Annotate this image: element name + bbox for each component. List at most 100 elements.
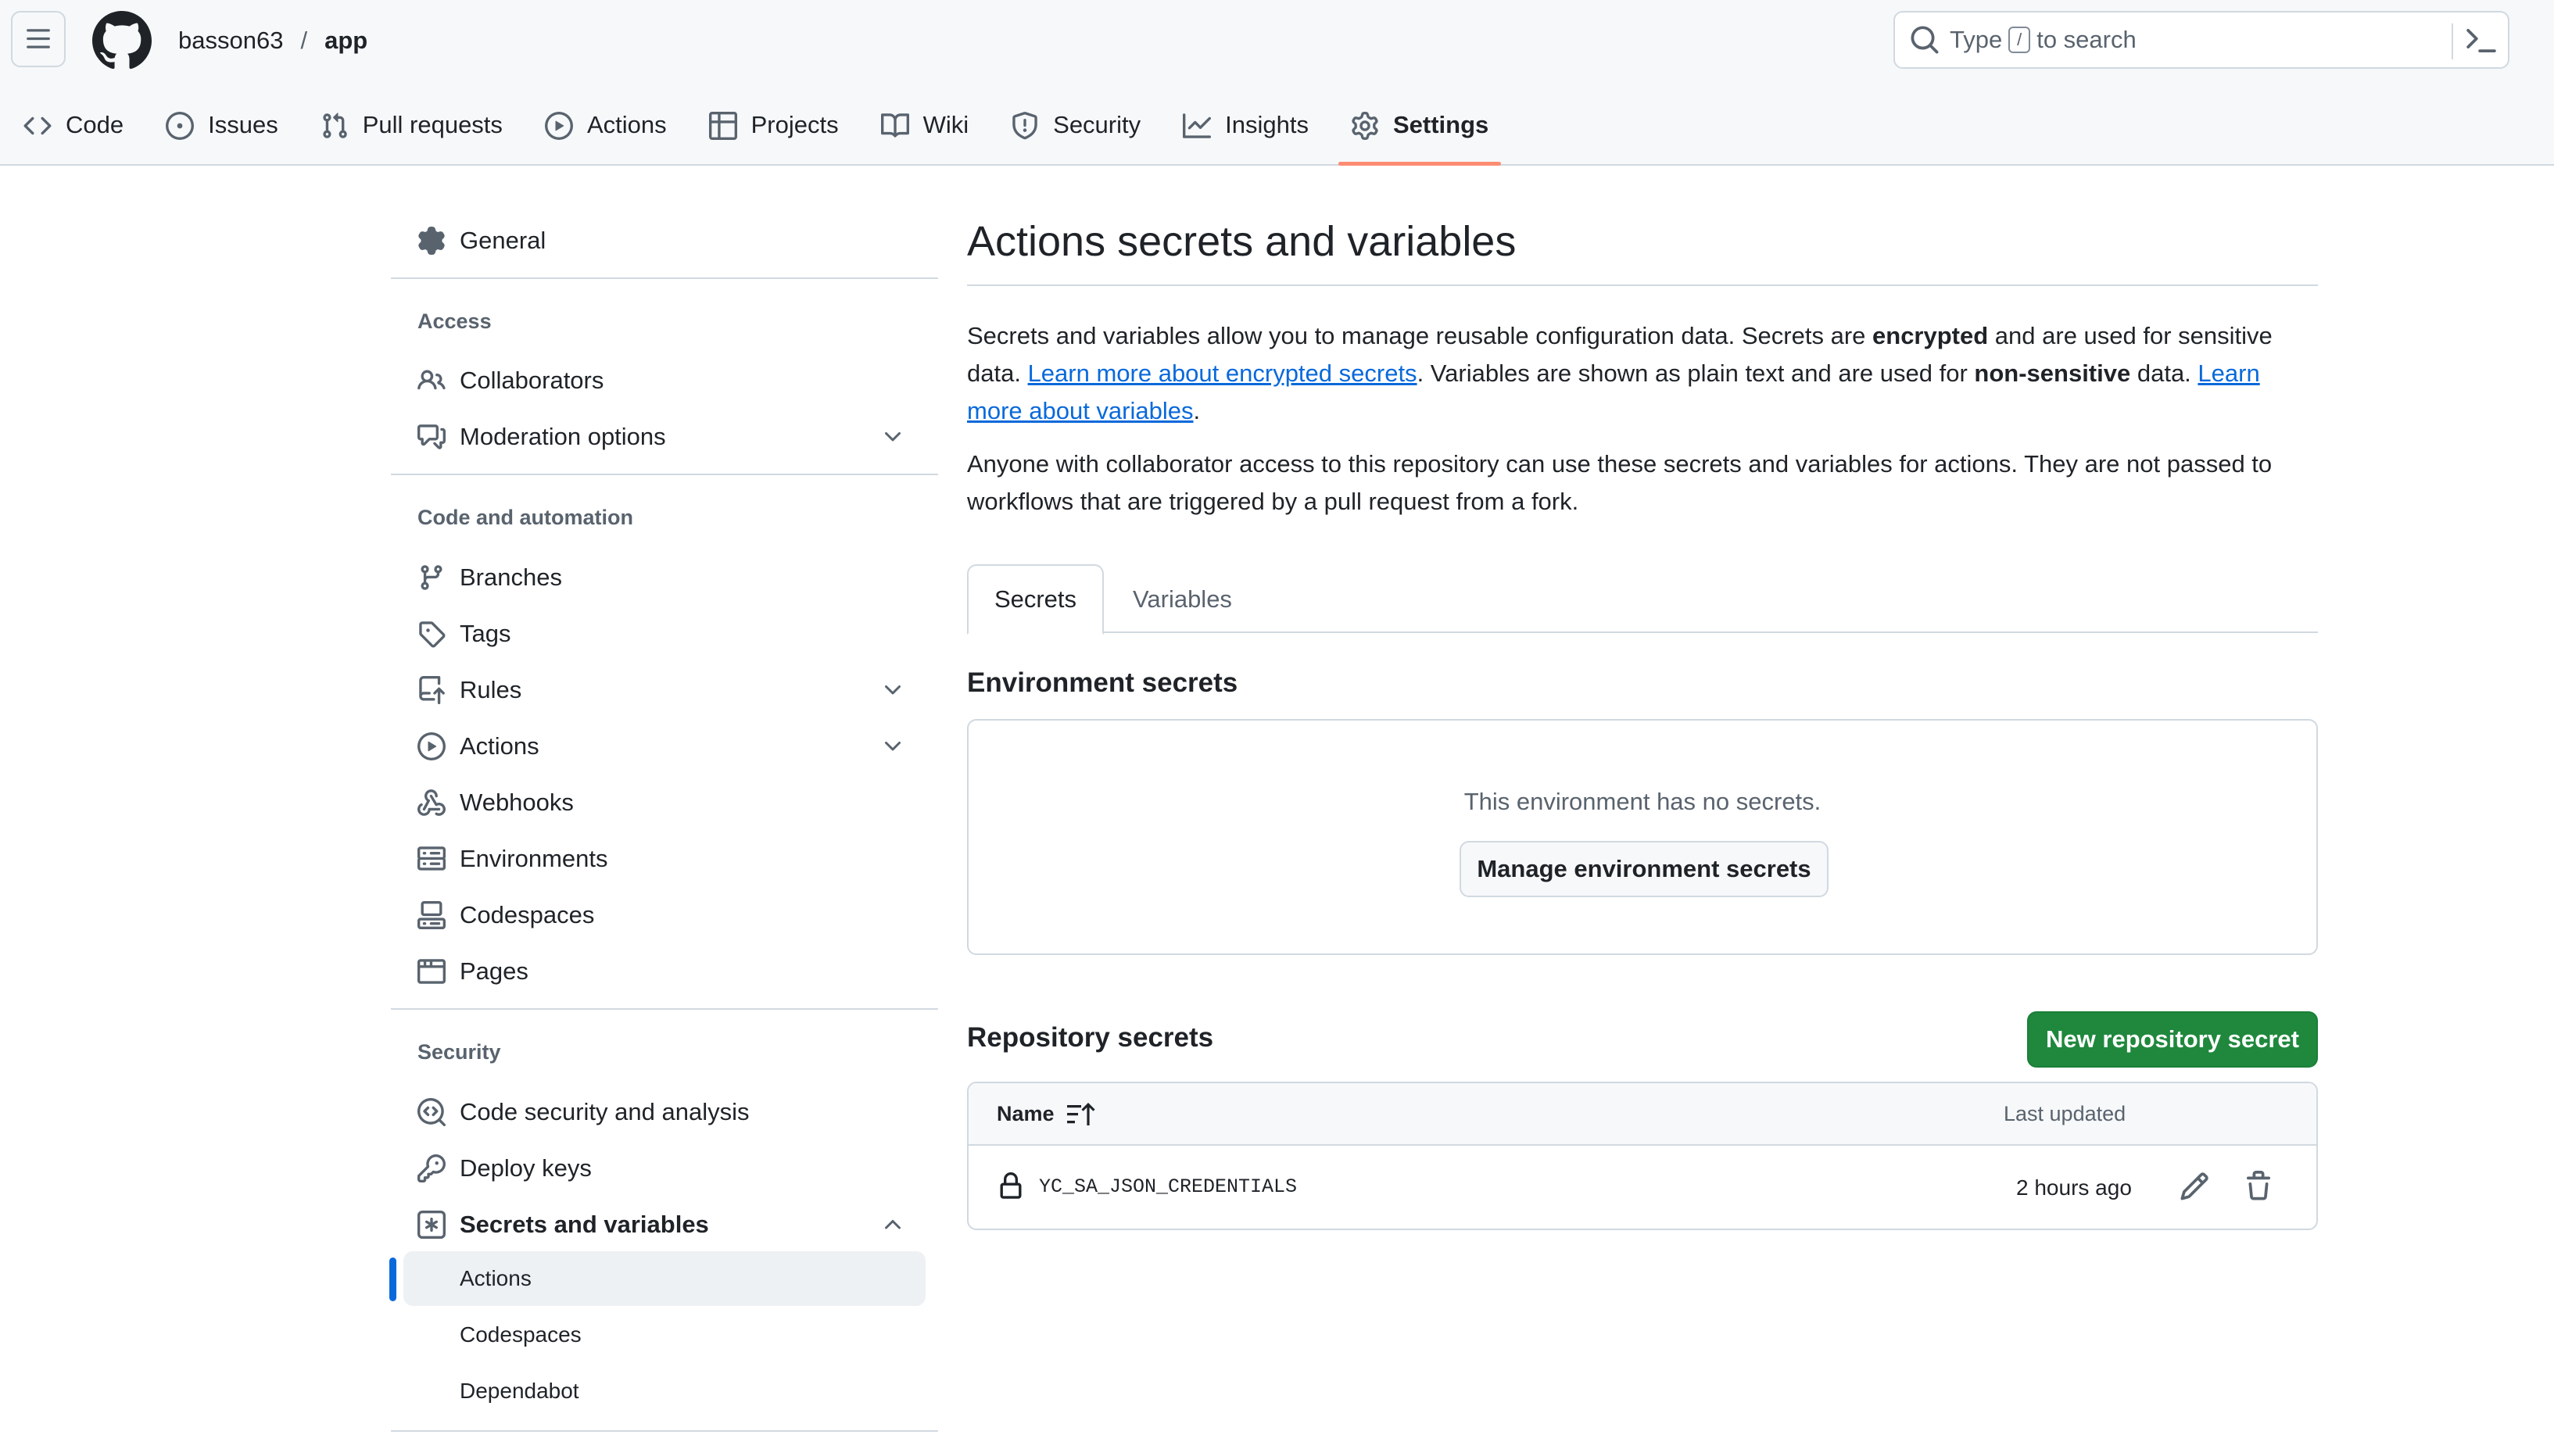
key-asterisk-icon	[417, 1211, 446, 1239]
sidebar-item-tags[interactable]: Tags	[391, 608, 938, 660]
intro-paragraph: Secrets and variables allow you to manag…	[967, 317, 2318, 430]
chevron-down-icon	[885, 685, 901, 695]
sidebar-item-label: Code security and analysis	[460, 1098, 750, 1125]
sidebar-subitem-codespaces[interactable]: Codespaces	[403, 1308, 926, 1362]
codescan-icon	[417, 1098, 446, 1126]
repository-secrets-heading: Repository secrets	[967, 1022, 1214, 1053]
sidebar-item-label: Tags	[460, 620, 511, 647]
sidebar-item-webhooks[interactable]: Webhooks	[391, 777, 938, 828]
intro-text: .	[1193, 397, 1201, 424]
repo-link[interactable]: app	[324, 27, 367, 55]
collaborator-note: Anyone with collaborator access to this …	[967, 450, 2273, 515]
lock-icon	[1000, 1172, 1022, 1199]
environment-secrets-heading: Environment secrets	[967, 667, 1238, 698]
tab-label: Security	[1053, 111, 1141, 138]
new-repository-secret-button[interactable]: New repository secret	[2027, 1011, 2318, 1068]
menu-button[interactable]	[11, 11, 66, 67]
sidebar-item-pages[interactable]: Pages	[391, 946, 938, 997]
sidebar-item-label: Secrets and variables	[460, 1211, 709, 1238]
tab-issues[interactable]: Issues	[166, 94, 278, 166]
sidebar-subitem-dependabot[interactable]: Dependabot	[403, 1364, 926, 1418]
environment-secrets-box: This environment has no secrets. Manage …	[967, 719, 2318, 955]
tab-label: Pull requests	[362, 111, 503, 138]
sidebar-item-codespaces[interactable]: Codespaces	[391, 889, 938, 941]
sidebar-subitem-actions[interactable]: Actions	[403, 1251, 926, 1306]
repository-secrets-table: Name Last updated YC_SA_JSON_CREDENTIALS…	[967, 1082, 2318, 1230]
sidebar-item-label: Rules	[460, 676, 522, 703]
table-icon	[708, 112, 737, 140]
column-header-name[interactable]: Name	[997, 1102, 1055, 1126]
sidebar-item-label: Actions	[460, 1266, 532, 1290]
tab-variables[interactable]: Variables	[1133, 564, 1232, 635]
tab-label: Settings	[1392, 111, 1489, 138]
learn-more-secrets-link[interactable]: Learn more about encrypted secrets	[1028, 360, 1417, 387]
intro-text: Secrets and variables allow you to manag…	[967, 322, 1873, 349]
tab-secrets[interactable]: Secrets	[967, 564, 1104, 635]
github-logo-icon[interactable]	[92, 11, 152, 70]
sidebar-item-label: Collaborators	[460, 367, 604, 394]
owner-link[interactable]: basson63	[178, 27, 283, 55]
trash-icon[interactable]	[2243, 1171, 2274, 1202]
sidebar-heading-code-automation: Code and automation	[417, 506, 633, 529]
server-icon	[417, 846, 446, 871]
tab-wiki[interactable]: Wiki	[880, 94, 969, 166]
people-icon	[417, 370, 446, 390]
sidebar-item-environments[interactable]: Environments	[391, 833, 938, 885]
tab-security[interactable]: Security	[1011, 94, 1141, 166]
tab-projects[interactable]: Projects	[708, 94, 839, 166]
sort-asc-icon[interactable]	[1066, 1100, 1097, 1129]
sidebar-item-code-security[interactable]: Code security and analysis	[391, 1086, 938, 1138]
secrets-tabnav: Secrets Variables	[967, 564, 2318, 635]
sidebar-item-secrets-variables[interactable]: Secrets and variables	[391, 1199, 938, 1250]
tab-pull-requests[interactable]: Pull requests	[321, 94, 503, 166]
active-indicator	[389, 1257, 396, 1301]
pencil-icon[interactable]	[2179, 1171, 2210, 1202]
chevron-down-icon	[885, 742, 901, 751]
intro-emphasis-non-sensitive: non-sensitive	[1974, 360, 2131, 387]
sidebar-item-label: Dependabot	[460, 1379, 579, 1403]
sidebar-item-label: Webhooks	[460, 789, 574, 816]
tab-label: Projects	[750, 111, 839, 138]
sidebar-item-collaborators[interactable]: Collaborators	[391, 355, 938, 406]
sidebar-item-label: Codespaces	[460, 1322, 582, 1347]
sidebar-item-label: Actions	[460, 732, 539, 760]
breadcrumb: basson63 / app	[178, 23, 367, 58]
sidebar-item-label: General	[460, 227, 546, 254]
command-palette-icon[interactable]	[2466, 25, 2497, 56]
sidebar-item-general[interactable]: General	[391, 215, 938, 267]
git-pull-request-icon	[323, 113, 347, 138]
search-shortcut-key: /	[2008, 27, 2031, 53]
sidebar-item-label: Pages	[460, 957, 528, 985]
tab-label: Insights	[1225, 111, 1309, 138]
sidebar-item-moderation[interactable]: Moderation options	[391, 411, 938, 463]
tab-settings[interactable]: Settings	[1338, 94, 1502, 166]
intro-emphasis-encrypted: encrypted	[1872, 322, 1989, 349]
tab-code[interactable]: Code	[23, 94, 124, 166]
tab-insights[interactable]: Insights	[1183, 94, 1309, 166]
sidebar-item-deploy-keys[interactable]: Deploy keys	[391, 1143, 938, 1194]
intro-text: . Variables are shown as plain text and …	[1417, 360, 1975, 387]
search-input[interactable]: Type / to search	[1893, 11, 2509, 69]
codespaces-icon	[417, 901, 446, 929]
page-title: Actions secrets and variables	[967, 218, 1517, 265]
play-icon	[417, 732, 446, 760]
play-icon	[544, 112, 573, 140]
tab-label: Code	[66, 111, 124, 138]
git-branch-icon	[421, 565, 442, 590]
tab-label: Actions	[586, 111, 667, 138]
table-header: Name Last updated	[969, 1083, 2316, 1146]
sidebar-item-rules[interactable]: Rules	[391, 664, 938, 716]
webhook-icon	[417, 789, 446, 816]
sidebar-item-label: Deploy keys	[460, 1154, 592, 1182]
tab-actions[interactable]: Actions	[544, 94, 667, 166]
title-divider	[967, 284, 2318, 286]
sidebar-item-actions[interactable]: Actions	[391, 721, 938, 772]
browser-icon	[417, 959, 446, 984]
sidebar-item-branches[interactable]: Branches	[391, 552, 938, 603]
sidebar-divider	[391, 277, 938, 279]
tab-label: Wiki	[922, 111, 969, 138]
manage-environment-secrets-button[interactable]: Manage environment secrets	[1460, 841, 1829, 897]
sidebar-divider	[391, 1430, 938, 1432]
sidebar-divider	[391, 1008, 938, 1010]
repo-header: basson63 / app Type / to search Code Iss…	[0, 0, 2554, 166]
